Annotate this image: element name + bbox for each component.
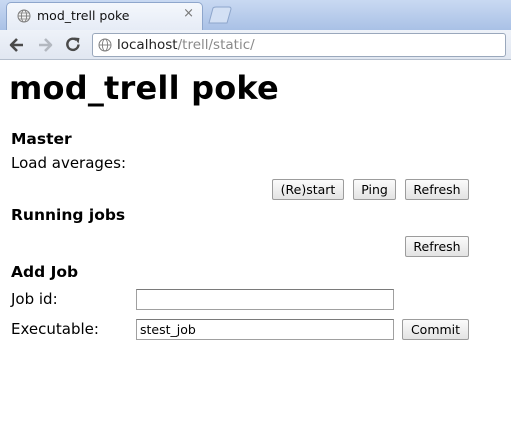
reload-icon[interactable] <box>63 35 83 55</box>
tab-title: mod_trell poke <box>37 8 130 23</box>
load-averages-label: Load averages: <box>11 154 127 172</box>
browser-toolbar: localhost/trell/static/ <box>0 30 511 60</box>
forward-arrow-icon[interactable] <box>35 35 55 55</box>
page-content: mod_trell poke Master Load averages: (Re… <box>0 61 511 438</box>
master-refresh-button[interactable]: Refresh <box>405 179 469 200</box>
page-title: mod_trell poke <box>9 69 279 107</box>
job-id-field[interactable] <box>136 289 394 310</box>
url-host: localhost <box>117 37 178 53</box>
browser-tab[interactable]: mod_trell poke × <box>6 2 203 30</box>
running-jobs-refresh-button[interactable]: Refresh <box>405 236 469 257</box>
executable-label: Executable: <box>11 320 99 338</box>
restart-button[interactable]: (Re)start <box>272 179 344 200</box>
url-text: localhost/trell/static/ <box>117 37 255 53</box>
job-id-label: Job id: <box>11 290 58 308</box>
url-path: /trell/static/ <box>177 37 255 53</box>
back-arrow-icon[interactable] <box>7 35 27 55</box>
close-icon[interactable]: × <box>183 6 194 22</box>
globe-icon <box>98 38 112 52</box>
globe-icon <box>17 9 31 23</box>
ping-button[interactable]: Ping <box>353 179 396 200</box>
running-jobs-heading: Running jobs <box>11 206 126 224</box>
tab-strip: mod_trell poke × <box>0 0 511 30</box>
address-bar[interactable]: localhost/trell/static/ <box>92 33 506 57</box>
add-job-heading: Add Job <box>11 263 79 281</box>
new-tab-button[interactable] <box>205 6 235 24</box>
executable-field[interactable] <box>136 319 394 340</box>
master-heading: Master <box>11 130 72 148</box>
commit-button[interactable]: Commit <box>402 319 469 340</box>
